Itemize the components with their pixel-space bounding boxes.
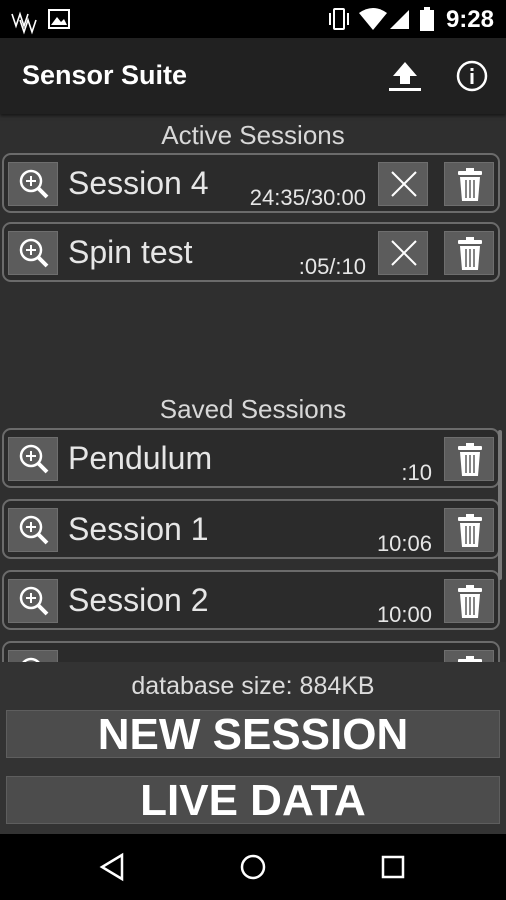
magnifier-plus-icon (19, 169, 49, 199)
session-name: Session 2 (68, 582, 209, 618)
saved-list-scrollbar[interactable] (498, 430, 502, 580)
stop-session-button[interactable] (378, 162, 428, 206)
view-session-button[interactable] (8, 162, 58, 206)
upload-icon (389, 62, 421, 91)
footer: database size: 884KB NEW SESSION LIVE DA… (0, 662, 506, 834)
saved-session-row[interactable] (2, 641, 500, 662)
home-icon[interactable] (238, 852, 268, 882)
trash-icon (458, 443, 482, 476)
session-duration: :10 (401, 460, 432, 485)
active-session-row[interactable]: Spin test :05/:10 (2, 222, 500, 282)
close-icon (391, 240, 417, 266)
wifi-icon (359, 8, 387, 30)
delete-session-button[interactable] (444, 579, 494, 623)
session-duration: 10:06 (376, 531, 432, 556)
vibrate-icon (329, 8, 349, 30)
session-name: Session 1 (68, 511, 209, 547)
session-name: Pendulum (68, 440, 213, 476)
database-size-label: database size: 884KB (131, 672, 375, 700)
session-name: Spin test (68, 234, 193, 270)
trash-icon (458, 237, 482, 270)
info-icon (456, 60, 488, 92)
delete-session-button[interactable] (444, 231, 494, 275)
cell-signal-icon (390, 10, 409, 29)
delete-session-button[interactable] (444, 162, 494, 206)
magnifier-plus-icon (22, 657, 40, 662)
back-icon[interactable] (98, 852, 128, 882)
view-session-button[interactable] (8, 508, 58, 552)
session-name: Session 4 (68, 165, 209, 201)
live-data-button[interactable]: LIVE DATA (6, 776, 500, 825)
session-duration: 24:35/30:00 (249, 185, 366, 210)
recents-icon[interactable] (378, 852, 408, 882)
delete-session-button[interactable] (444, 650, 494, 662)
close-icon (391, 171, 417, 197)
stop-session-button[interactable] (378, 231, 428, 275)
saved-session-row[interactable]: Pendulum :10 (2, 428, 500, 488)
system-nav-bar (0, 834, 506, 900)
new-session-button[interactable]: NEW SESSION (6, 710, 500, 759)
app-bar: Sensor Suite (0, 38, 506, 114)
image-notification-icon (48, 9, 70, 29)
trash-icon (458, 168, 482, 201)
magnifier-plus-icon (19, 586, 49, 616)
app-notification-icon (11, 11, 37, 35)
status-bar: 9:28 (0, 0, 506, 38)
app-title: Sensor Suite (22, 60, 188, 90)
saved-sessions-list[interactable]: Pendulum :10 Session 1 10:06 Session 2 1… (0, 426, 506, 662)
view-session-button[interactable] (8, 231, 58, 275)
magnifier-plus-icon (19, 444, 49, 474)
magnifier-plus-icon (19, 238, 49, 268)
saved-session-row[interactable]: Session 1 10:06 (2, 499, 500, 559)
status-clock: 9:28 (445, 6, 494, 33)
magnifier-plus-icon (19, 515, 49, 545)
view-session-button[interactable] (8, 650, 58, 662)
saved-sessions-title: Saved Sessions (159, 394, 347, 424)
battery-icon (420, 7, 434, 31)
saved-session-row[interactable]: Session 2 10:00 (2, 570, 500, 630)
active-session-row[interactable]: Session 4 24:35/30:00 (2, 153, 500, 213)
delete-session-button[interactable] (444, 437, 494, 481)
view-session-button[interactable] (8, 579, 58, 623)
info-button[interactable] (450, 54, 494, 98)
session-duration: :05/:10 (298, 254, 366, 279)
delete-session-button[interactable] (444, 508, 494, 552)
trash-icon (458, 656, 482, 662)
active-sessions-title: Active Sessions (161, 120, 345, 150)
upload-button[interactable] (382, 54, 428, 98)
session-duration: 10:00 (376, 602, 432, 627)
view-session-button[interactable] (8, 437, 58, 481)
trash-icon (458, 585, 482, 618)
trash-icon (458, 514, 482, 547)
